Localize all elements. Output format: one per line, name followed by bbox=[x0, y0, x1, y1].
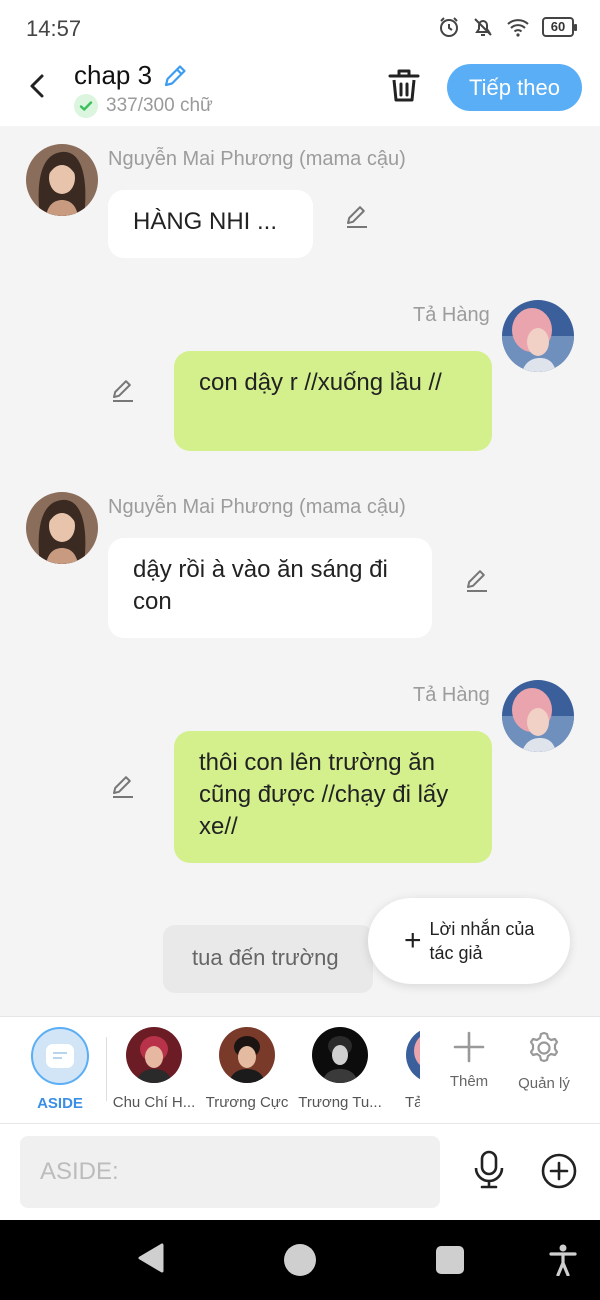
edit-message-icon[interactable] bbox=[109, 376, 137, 404]
character-name: Chu Chí H... bbox=[112, 1094, 196, 1111]
manage-button[interactable]: Quản lý bbox=[509, 1029, 579, 1092]
trash-icon[interactable] bbox=[386, 66, 422, 104]
avatar-ta-hang[interactable] bbox=[502, 680, 574, 752]
message-bubble[interactable]: thôi con lên trường ăn cũng được //chạy … bbox=[174, 731, 492, 863]
add-circle-icon[interactable] bbox=[540, 1152, 578, 1190]
alarm-icon bbox=[440, 17, 458, 37]
character-name: Trương Cực bbox=[205, 1094, 289, 1111]
character-name: Tả bbox=[405, 1094, 420, 1111]
avatar-ta-hang[interactable] bbox=[502, 300, 574, 372]
microphone-icon[interactable] bbox=[470, 1150, 508, 1190]
sender-name: Nguyễn Mai Phương (mama cậu) bbox=[108, 148, 406, 170]
word-count: 337/300 chữ bbox=[106, 95, 213, 116]
character-name: Trương Tu... bbox=[298, 1094, 382, 1111]
avatar-mai-phuong[interactable] bbox=[26, 144, 98, 216]
add-character-button[interactable]: Thêm bbox=[434, 1029, 504, 1090]
narration-bubble[interactable]: tua đến trường bbox=[163, 925, 373, 993]
input-bar bbox=[0, 1124, 600, 1220]
sender-name: Tả Hàng bbox=[413, 684, 490, 706]
status-icons: 60 bbox=[438, 16, 577, 38]
character-name: ASIDE bbox=[37, 1095, 83, 1112]
avatar bbox=[219, 1027, 275, 1083]
character-truong-cuc[interactable]: Trương Cực bbox=[200, 1027, 294, 1111]
add-label: Thêm bbox=[449, 1073, 489, 1090]
plus-icon: + bbox=[404, 924, 422, 957]
aside-icon bbox=[31, 1027, 89, 1085]
avatar-mai-phuong[interactable] bbox=[26, 492, 98, 564]
nav-back-icon[interactable] bbox=[136, 1242, 166, 1274]
wifi-icon bbox=[507, 19, 529, 37]
chat-area: Nguyễn Mai Phương (mama cậu) HÀNG NHI ..… bbox=[0, 126, 600, 1016]
edit-message-icon[interactable] bbox=[109, 772, 137, 800]
status-bar: 14:57 60 bbox=[0, 0, 600, 60]
bell-off-icon bbox=[474, 18, 492, 36]
character-chu-chi-h[interactable]: Chu Chí H... bbox=[107, 1027, 201, 1111]
plus-icon bbox=[453, 1031, 485, 1063]
edit-message-icon[interactable] bbox=[463, 566, 491, 594]
edit-message-icon[interactable] bbox=[343, 202, 371, 230]
character-truong-tu[interactable]: Trương Tu... bbox=[293, 1027, 387, 1111]
accessibility-icon[interactable] bbox=[549, 1244, 577, 1276]
next-button[interactable]: Tiếp theo bbox=[447, 64, 582, 111]
status-time: 14:57 bbox=[26, 16, 82, 41]
character-aside[interactable]: ASIDE bbox=[13, 1027, 107, 1112]
sender-name: Nguyễn Mai Phương (mama cậu) bbox=[108, 496, 406, 518]
avatar bbox=[312, 1027, 368, 1083]
header: chap 3 337/300 chữ Tiếp theo bbox=[0, 60, 600, 126]
edit-title-icon[interactable] bbox=[160, 61, 190, 91]
avatar bbox=[126, 1027, 182, 1083]
author-note-button[interactable]: + Lời nhắn của tác giả bbox=[368, 898, 570, 984]
message-input[interactable] bbox=[20, 1136, 440, 1208]
check-icon bbox=[74, 94, 98, 118]
avatar bbox=[406, 1027, 420, 1083]
nav-home-icon[interactable] bbox=[283, 1243, 317, 1277]
sender-name: Tả Hàng bbox=[413, 304, 490, 326]
character-picker: ASIDE Chu Chí H... Trương Cực Trương Tu.… bbox=[0, 1016, 600, 1124]
back-icon[interactable] bbox=[20, 68, 56, 104]
character-ta[interactable]: Tả bbox=[386, 1027, 420, 1111]
author-note-label: Lời nhắn của tác giả bbox=[429, 919, 535, 963]
nav-recents-icon[interactable] bbox=[435, 1245, 465, 1275]
title-row: chap 3 bbox=[74, 60, 190, 91]
battery-icon: 60 bbox=[542, 17, 577, 37]
system-nav-bar bbox=[0, 1220, 600, 1300]
message-bubble[interactable]: HÀNG NHI ... bbox=[108, 190, 313, 258]
message-bubble[interactable]: con dậy r //xuống lầu // bbox=[174, 351, 492, 451]
manage-label: Quản lý bbox=[518, 1075, 570, 1092]
message-bubble[interactable]: dậy rồi à vào ăn sáng đi con bbox=[108, 538, 432, 638]
gear-icon bbox=[529, 1031, 559, 1063]
chapter-title: chap 3 bbox=[74, 60, 153, 90]
word-count-row: 337/300 chữ bbox=[74, 94, 213, 118]
